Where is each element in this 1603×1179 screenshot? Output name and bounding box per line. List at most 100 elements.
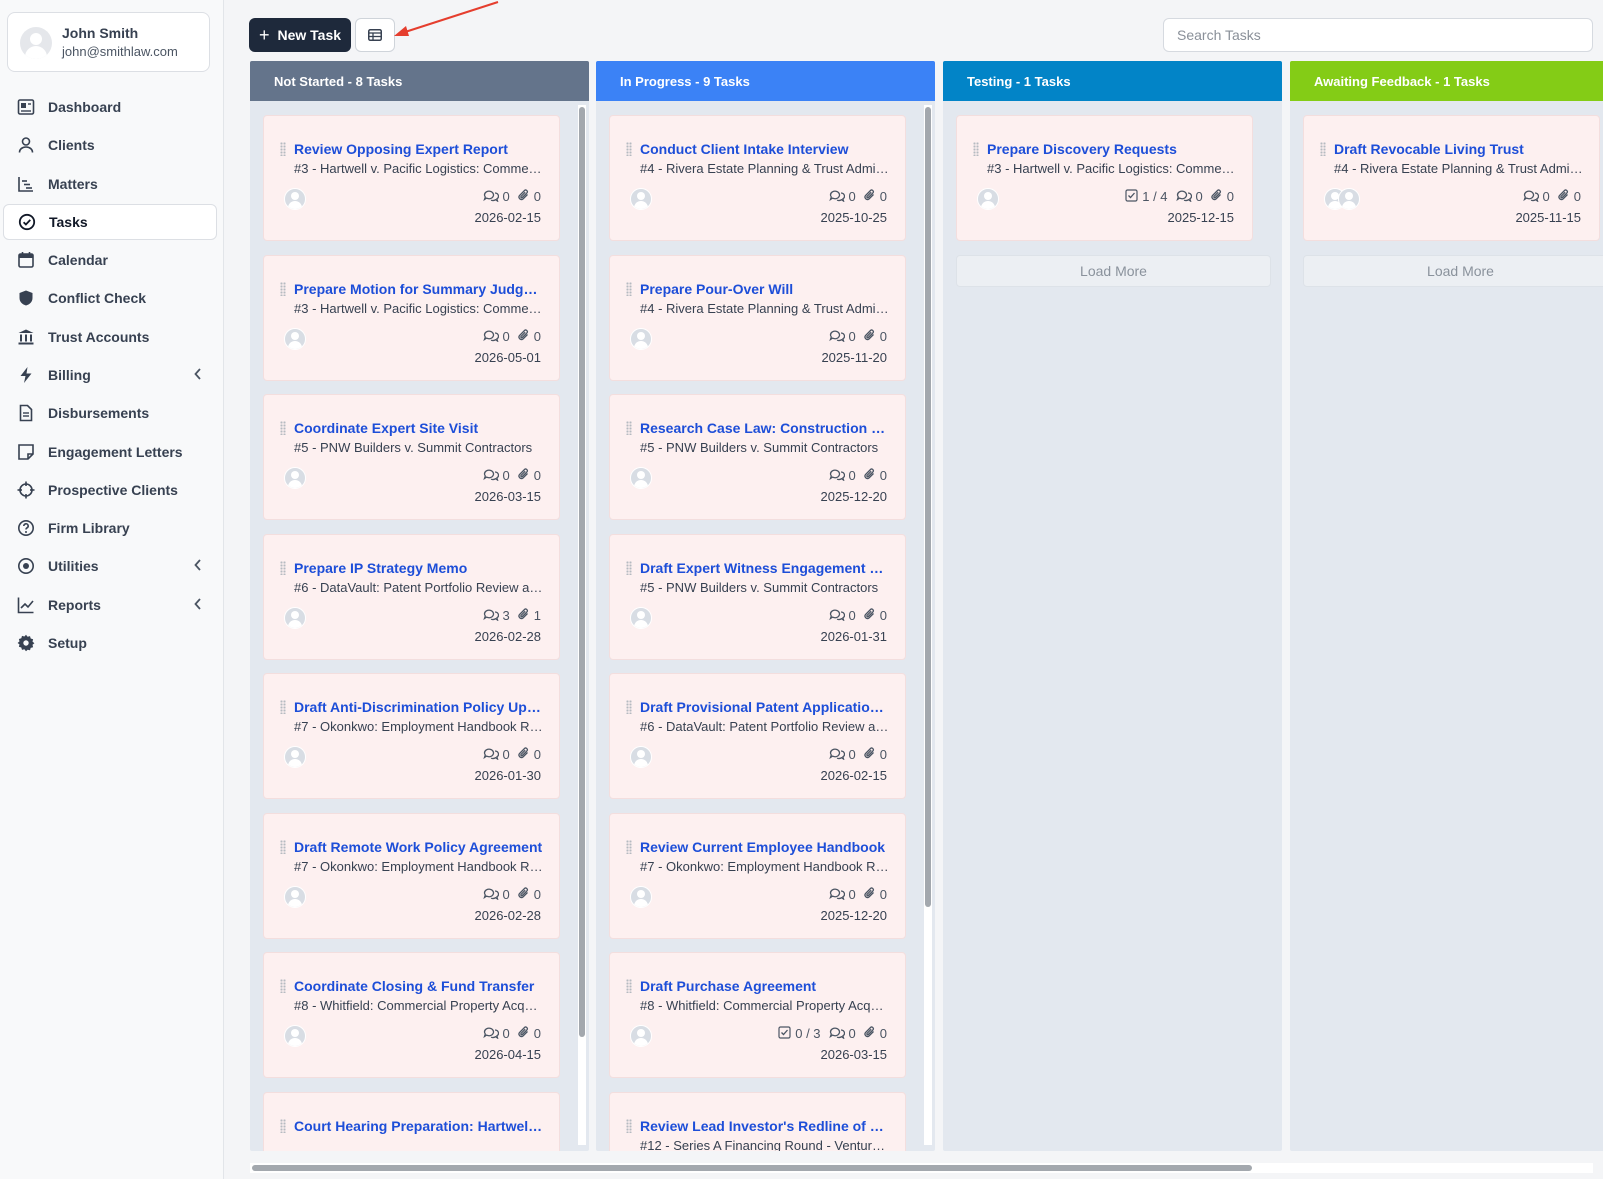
drag-handle-icon[interactable]	[626, 421, 632, 435]
task-title-link[interactable]: Review Lead Investor's Redline of Term S…	[640, 1118, 890, 1134]
horizontal-scrollbar[interactable]	[250, 1163, 1593, 1173]
task-title-link[interactable]: Draft Expert Witness Engagement Letter	[640, 560, 890, 576]
attachment-value: 0	[533, 468, 541, 483]
sidebar-item-trust-accounts[interactable]: Trust Accounts	[0, 317, 224, 355]
load-more-button[interactable]: Load More	[1303, 254, 1603, 287]
load-more-button[interactable]: Load More	[956, 254, 1271, 287]
task-matter: #5 - PNW Builders v. Summit Contractors	[294, 440, 533, 455]
task-title-link[interactable]: Prepare IP Strategy Memo	[294, 560, 544, 576]
drag-handle-icon[interactable]	[626, 839, 632, 854]
task-title-link[interactable]: Conduct Client Intake Interview	[640, 141, 890, 157]
sidebar-item-prospective-clients[interactable]: Prospective Clients	[0, 471, 224, 509]
task-card[interactable]: Draft Provisional Patent Application: Co…	[609, 673, 906, 799]
comment-icon	[482, 607, 499, 624]
task-card[interactable]: Prepare IP Strategy Memo #6 - DataVault: …	[263, 533, 560, 660]
task-card[interactable]: Draft Remote Work Policy Agreement #7 - O…	[263, 812, 560, 939]
task-card[interactable]: Coordinate Expert Site Visit #5 - PNW Bui…	[263, 394, 560, 520]
task-title-link[interactable]: Draft Anti-Discrimination Policy Update	[294, 699, 544, 715]
comment-count: 0	[482, 746, 510, 763]
new-task-button[interactable]: + New Task	[249, 18, 351, 52]
user-card[interactable]: John Smith john@smithlaw.com	[7, 12, 210, 72]
drag-handle-icon[interactable]	[280, 979, 286, 993]
drag-handle-icon[interactable]	[973, 142, 979, 156]
paperclip-icon	[864, 1025, 876, 1042]
search-tasks-input[interactable]	[1163, 18, 1593, 52]
task-card[interactable]: Draft Revocable Living Trust #4 - Rivera …	[1303, 115, 1600, 241]
task-title-link[interactable]: Coordinate Closing & Fund Transfer	[294, 978, 544, 994]
sidebar-item-matters[interactable]: Matters	[0, 165, 224, 203]
task-title-link[interactable]: Review Opposing Expert Report	[294, 141, 544, 157]
sidebar-item-firm-library[interactable]: Firm Library	[0, 509, 224, 547]
sidebar-item-utilities[interactable]: Utilities	[0, 547, 224, 585]
list-view-toggle-button[interactable]	[355, 18, 395, 52]
drag-handle-icon[interactable]	[280, 700, 286, 714]
drag-handle-icon[interactable]	[280, 1118, 286, 1133]
comment-count: 0	[482, 467, 510, 484]
column-scrollbar-thumb[interactable]	[925, 107, 931, 907]
drag-handle-icon[interactable]	[1320, 142, 1326, 156]
task-card[interactable]: Review Lead Investor's Redline of Term S…	[609, 1091, 906, 1151]
drag-handle-icon[interactable]	[280, 560, 286, 575]
task-card[interactable]: Draft Purchase Agreement #8 - Whitfield: …	[609, 952, 906, 1078]
task-card[interactable]: Review Current Employee Handbook #7 - Oko…	[609, 812, 906, 939]
chevron-left-icon[interactable]	[194, 558, 202, 574]
task-title-link[interactable]: Draft Revocable Living Trust	[1334, 141, 1584, 157]
task-card[interactable]: Prepare Pour-Over Will #4 - Rivera Estate…	[609, 254, 906, 381]
task-title-link[interactable]: Coordinate Expert Site Visit	[294, 420, 544, 436]
drag-handle-icon[interactable]	[626, 142, 632, 156]
task-card[interactable]: Conduct Client Intake Interview #4 - Rive…	[609, 115, 906, 241]
attachment-value: 0	[879, 607, 887, 623]
task-title-link[interactable]: Draft Provisional Patent Application: Co…	[640, 699, 890, 715]
task-due-date: 2025-10-25	[820, 210, 888, 225]
task-title-link[interactable]: Prepare Pour-Over Will	[640, 281, 890, 297]
task-title-link[interactable]: Court Hearing Preparation: Hartwell v. P…	[294, 1118, 544, 1134]
chevron-left-icon[interactable]	[194, 367, 202, 383]
sidebar-item-billing[interactable]: Billing	[0, 356, 224, 394]
column-scrollbar-thumb[interactable]	[579, 107, 585, 1037]
task-card[interactable]: Court Hearing Preparation: Hartwell v. P…	[263, 1091, 560, 1151]
drag-handle-icon[interactable]	[626, 281, 632, 296]
drag-handle-icon[interactable]	[280, 142, 286, 156]
drag-handle-icon[interactable]	[280, 281, 286, 296]
task-title-link[interactable]: Review Current Employee Handbook	[640, 839, 890, 855]
task-title-link[interactable]: Draft Purchase Agreement	[640, 978, 890, 994]
drag-handle-icon[interactable]	[280, 839, 286, 854]
drag-handle-icon[interactable]	[626, 1118, 632, 1133]
sidebar-item-conflict-check[interactable]: Conflict Check	[0, 279, 224, 317]
sidebar-item-setup[interactable]: Setup	[0, 624, 224, 662]
sidebar-item-tasks[interactable]: Tasks	[3, 203, 217, 240]
task-card[interactable]: Draft Expert Witness Engagement Letter #5…	[609, 533, 906, 660]
task-card[interactable]: Prepare Discovery Requests #3 - Hartwell …	[956, 115, 1253, 241]
task-card[interactable]: Coordinate Closing & Fund Transfer #8 - W…	[263, 952, 560, 1078]
column-body: Draft Revocable Living Trust #4 - Rivera …	[1290, 101, 1603, 1151]
task-title-link[interactable]: Prepare Motion for Summary Judgment	[294, 281, 544, 297]
comment-count: 0	[482, 1025, 510, 1042]
assignee-avatar	[284, 327, 306, 350]
comment-icon	[482, 1025, 499, 1042]
sidebar-item-clients[interactable]: Clients	[0, 126, 224, 164]
task-title-link[interactable]: Prepare Discovery Requests	[987, 141, 1237, 157]
drag-handle-icon[interactable]	[626, 560, 632, 575]
sidebar-item-engagement-letters[interactable]: Engagement Letters	[0, 432, 224, 470]
task-title-link[interactable]: Draft Remote Work Policy Agreement	[294, 839, 544, 855]
task-card[interactable]: Research Case Law: Construction Defects #…	[609, 394, 906, 520]
sidebar-item-reports[interactable]: Reports	[0, 586, 224, 624]
drag-handle-icon[interactable]	[280, 421, 286, 435]
drag-handle-icon[interactable]	[626, 979, 632, 993]
sidebar-item-disbursements[interactable]: Disbursements	[0, 394, 224, 432]
comment-icon	[482, 746, 499, 763]
task-card[interactable]: Prepare Motion for Summary Judgment #3 - …	[263, 254, 560, 381]
chevron-left-icon[interactable]	[194, 597, 202, 613]
horizontal-scrollbar-thumb[interactable]	[252, 1165, 1252, 1171]
sidebar-item-dashboard[interactable]: Dashboard	[0, 88, 224, 126]
task-card[interactable]: Review Opposing Expert Report #3 - Hartwe…	[263, 115, 560, 241]
comment-value: 0	[848, 886, 856, 902]
column-scrollbar[interactable]	[578, 105, 586, 1145]
task-title-link[interactable]: Research Case Law: Construction Defects	[640, 420, 890, 436]
task-card[interactable]: Draft Anti-Discrimination Policy Update #…	[263, 673, 560, 799]
paperclip-icon	[1211, 188, 1223, 205]
sidebar: John Smith john@smithlaw.com Dashboard Cl…	[0, 0, 224, 1179]
column-scrollbar[interactable]	[924, 105, 932, 1145]
sidebar-item-calendar[interactable]: Calendar	[0, 241, 224, 279]
drag-handle-icon[interactable]	[626, 700, 632, 714]
